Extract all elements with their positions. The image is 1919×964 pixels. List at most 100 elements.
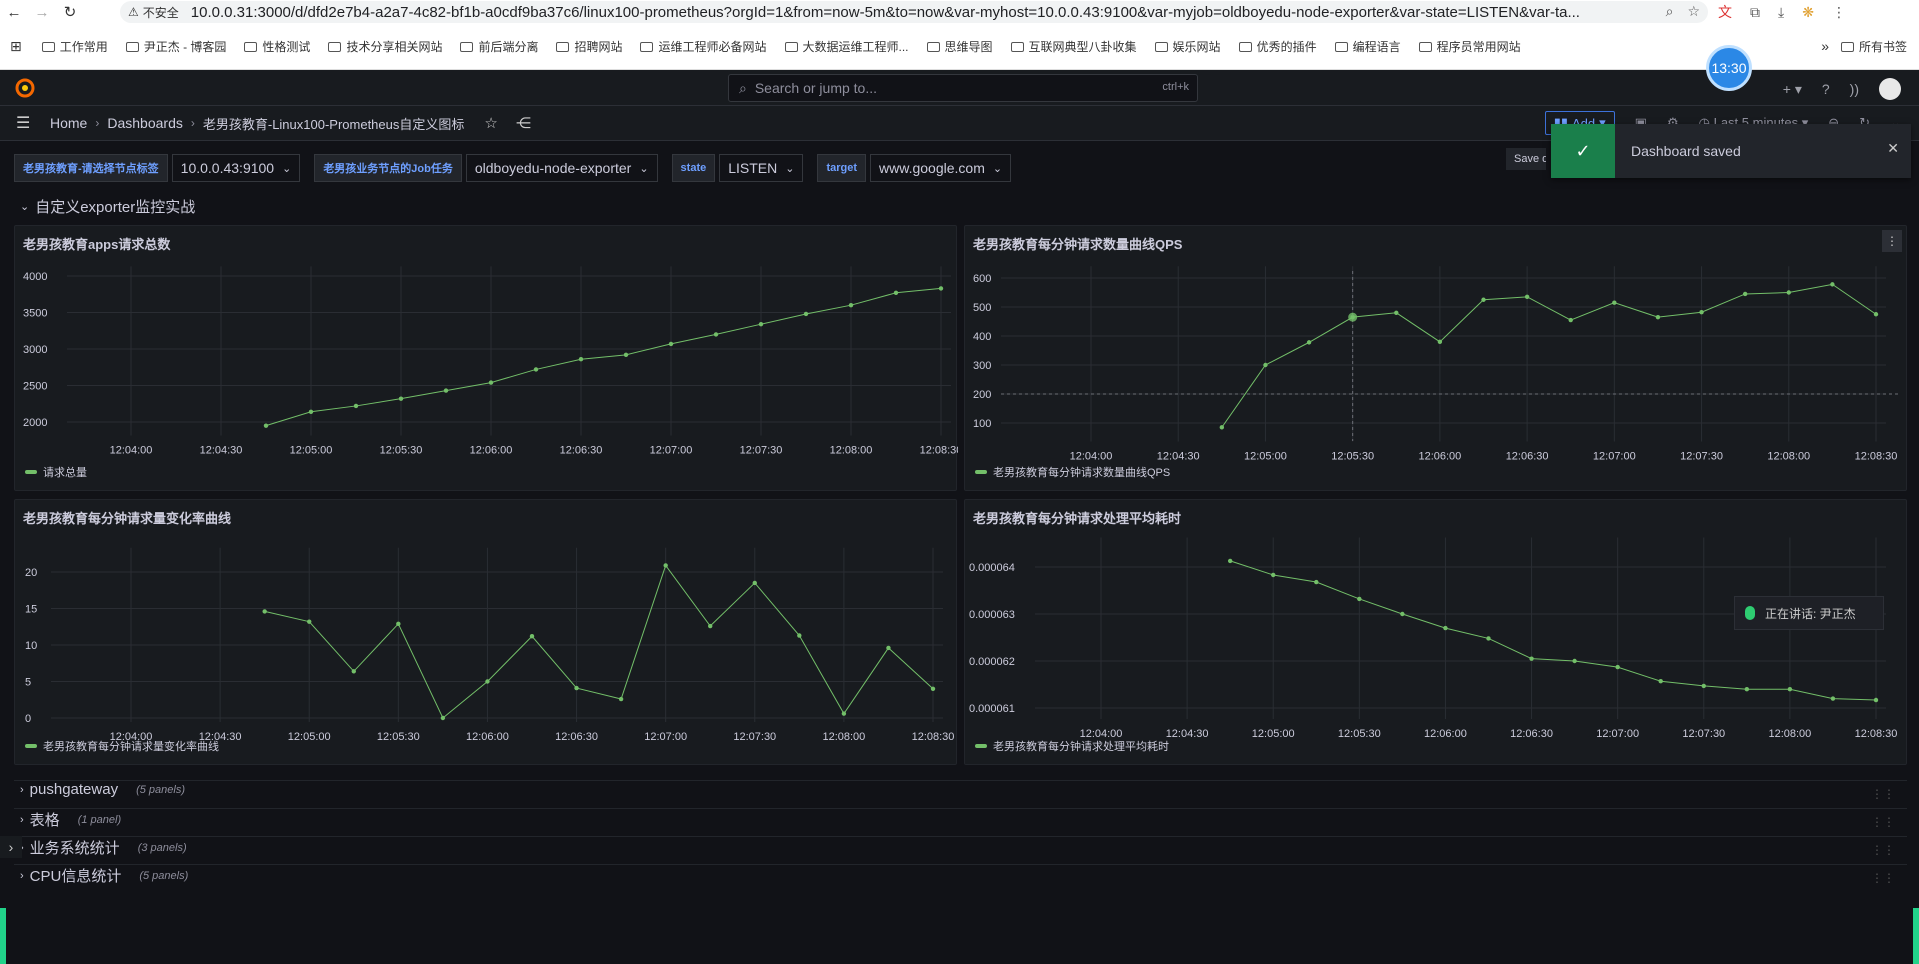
url-text[interactable]: 10.0.0.31:3000/d/dfd2e7b4-a2a7-4c82-bf1b… (191, 4, 1611, 21)
bookmark-item[interactable]: 技术分享相关网站 (328, 38, 442, 55)
x-tick-label: 12:07:00 (1593, 451, 1636, 463)
search-input[interactable]: ⌕ Search or jump to... ctrl+k (728, 74, 1198, 102)
plus-icon[interactable]: + ▾ (1783, 81, 1802, 98)
drag-handle-icon[interactable]: ⋮⋮ (1871, 787, 1895, 801)
drag-handle-icon[interactable]: ⋮⋮ (1871, 815, 1895, 829)
grafana-logo-icon[interactable] (14, 77, 36, 99)
x-tick-label: 12:07:30 (1680, 451, 1723, 463)
bookmark-item[interactable]: 优秀的插件 (1238, 38, 1317, 55)
row-header-collapsed[interactable]: › pushgateway (5 panels) (20, 781, 185, 798)
drag-handle-icon[interactable]: ⋮⋮ (1871, 843, 1895, 857)
bookmark-item[interactable]: 前后端分离 (460, 38, 538, 55)
variable-select[interactable]: 10.0.0.43:9100 ⌄ (171, 154, 301, 182)
x-tick-label: 12:05:00 (290, 444, 333, 456)
row-panel-count: (1 panel) (77, 813, 122, 826)
panel-change-rate[interactable]: 老男孩教育每分钟请求量变化率曲线 0 5 10 15 20 12:04:00 12:04:3… (14, 499, 957, 765)
x-tick-label: 12:08:30 (1855, 451, 1898, 463)
bookmark-item[interactable]: 程序员常用网站 (1418, 38, 1521, 55)
data-point (533, 367, 539, 372)
bookmark-item[interactable]: 运维工程师必备网站 (640, 38, 767, 55)
data-point (529, 634, 535, 639)
menu-icon[interactable]: ⋮ (1832, 4, 1846, 21)
bookmark-label: 互联网典型八卦收集 (1028, 40, 1137, 54)
pet-extension-icon[interactable]: ❋ (1802, 4, 1814, 21)
variable-label: 老男孩教育-请选择节点标签 (14, 154, 168, 182)
back-icon[interactable]: ← (0, 0, 28, 24)
extensions-icon[interactable]: ⧉ (1750, 4, 1760, 21)
chart-svg: 0.0000610.0000620.0000630.00006412:04:00… (969, 537, 1897, 740)
share-icon[interactable]: ⋲ (516, 114, 531, 132)
variable-select[interactable]: www.google.com ⌄ (870, 154, 1012, 182)
bookmark-item[interactable]: 工作常用 (41, 38, 108, 55)
data-point (618, 696, 624, 702)
legend-item[interactable]: 老男孩教育每分钟请求量变化率曲线 (25, 738, 219, 754)
avatar[interactable] (1879, 78, 1901, 100)
all-bookmarks-label: 所有书签 (1858, 40, 1907, 54)
variable-select[interactable]: LISTEN ⌄ (719, 154, 804, 182)
translate-extension-icon[interactable]: 文 (1718, 2, 1732, 22)
drag-handle-icon[interactable]: ⋮⋮ (1871, 871, 1895, 885)
forward-icon[interactable]: → (28, 0, 56, 24)
bookmark-item[interactable]: 大数据运维工程师... (784, 38, 909, 55)
data-point (308, 409, 314, 414)
download-icon[interactable]: ⤓ (1778, 4, 1784, 21)
row-header-collapsed[interactable]: › 表格 (1 panel) (20, 809, 121, 830)
row-header-collapsed[interactable]: ›业务系统统计(3 panels) (20, 837, 187, 858)
row-header-collapsed[interactable]: › CPU信息统计 (5 panels) (20, 865, 188, 886)
panel-apps-total[interactable]: 老男孩教育apps请求总数 2000 2500 3000 3500 4000 12:04:… (14, 225, 958, 491)
chevron-down-icon: ⌄ (785, 162, 795, 175)
x-tick-label: 12:04:00 (110, 444, 153, 456)
dock-menu-toggle[interactable]: › (0, 836, 22, 858)
y-tick-label: 15 (25, 604, 37, 616)
bookmark-item[interactable]: 互联网典型八卦收集 (1010, 38, 1137, 55)
y-tick-label: 0 (25, 713, 31, 725)
all-bookmarks[interactable]: 所有书签 (1840, 38, 1907, 55)
data-point (938, 286, 944, 291)
address-bar[interactable]: ⚠ 不安全 10.0.0.31:3000/d/dfd2e7b4-a2a7-4c8… (120, 1, 1708, 23)
y-tick-label: 5 (25, 677, 31, 689)
bookmark-item[interactable]: 尹正杰 - 博客园 (125, 38, 226, 55)
bookmark-star-icon[interactable]: ☆ (1687, 3, 1700, 20)
help-icon[interactable]: ? (1822, 81, 1830, 97)
legend-item[interactable]: 老男孩教育每分钟请求处理平均耗时 (975, 738, 1169, 754)
menu-hamburger-icon[interactable]: ☰ (16, 113, 34, 133)
legend-swatch (975, 470, 987, 474)
folder-icon (328, 41, 342, 52)
insecure-badge[interactable]: ⚠ 不安全 (128, 4, 179, 21)
row-title: 自定义exporter监控实战 (35, 199, 196, 216)
zoom-icon[interactable]: ⌕ (1666, 3, 1674, 20)
bookmark-item[interactable]: 思维导图 (926, 38, 993, 55)
row-header-main[interactable]: ⌄ 自定义exporter监控实战 (20, 196, 195, 217)
panel-menu-icon[interactable]: ⋮ (1882, 230, 1902, 252)
insecure-label: 不安全 (142, 5, 179, 20)
apps-grid-icon[interactable]: ⊞ (10, 38, 22, 55)
bookmark-item[interactable]: 娱乐网站 (1154, 38, 1221, 55)
chevron-right-icon: › (20, 869, 24, 882)
legend-item[interactable]: 老男孩教育每分钟请求数量曲线QPS (975, 464, 1170, 480)
bookmark-item[interactable]: 编程语言 (1334, 38, 1401, 55)
panel-qps[interactable]: 老男孩教育每分钟请求数量曲线QPS 100 200 300 400 500 600 12:0… (964, 225, 1907, 491)
toast-notification: ✓ Dashboard saved ✕ (1551, 124, 1911, 178)
data-point (1787, 687, 1793, 692)
folder-icon (784, 41, 798, 52)
star-icon[interactable]: ☆ (484, 114, 497, 132)
bookmark-item[interactable]: 招聘网站 (556, 38, 622, 55)
breadcrumb-home[interactable]: Home (50, 115, 87, 131)
reload-icon[interactable]: ↻ (56, 0, 84, 24)
close-icon[interactable]: ✕ (1887, 140, 1899, 157)
data-point (578, 357, 584, 362)
legend-item[interactable]: 请求总量 (25, 464, 87, 480)
legend-label: 请求总量 (43, 467, 87, 479)
bookmark-item[interactable]: 性格测试 (244, 38, 310, 55)
more-bookmarks-icon[interactable]: » (1821, 38, 1829, 54)
save-tooltip: Save d (1506, 148, 1546, 170)
variable-select[interactable]: oldboyedu-node-exporter ⌄ (465, 154, 658, 182)
row-title: 表格 (29, 812, 60, 829)
breadcrumb-dashboards[interactable]: Dashboards (107, 115, 183, 131)
rss-icon[interactable]: )) (1850, 81, 1859, 97)
panel-avg-latency[interactable]: 老男孩教育每分钟请求处理平均耗时 0.000061 0.000062 0.00006… (964, 499, 1907, 765)
chart-svg: 2000 2500 3000 3500 4000 12:04:00 12:04:30 12:0… (23, 266, 958, 456)
screen-edge-indicator (1913, 908, 1919, 964)
bookmark-label: 大数据运维工程师... (802, 40, 909, 54)
row-title: CPU信息统计 (29, 868, 122, 885)
